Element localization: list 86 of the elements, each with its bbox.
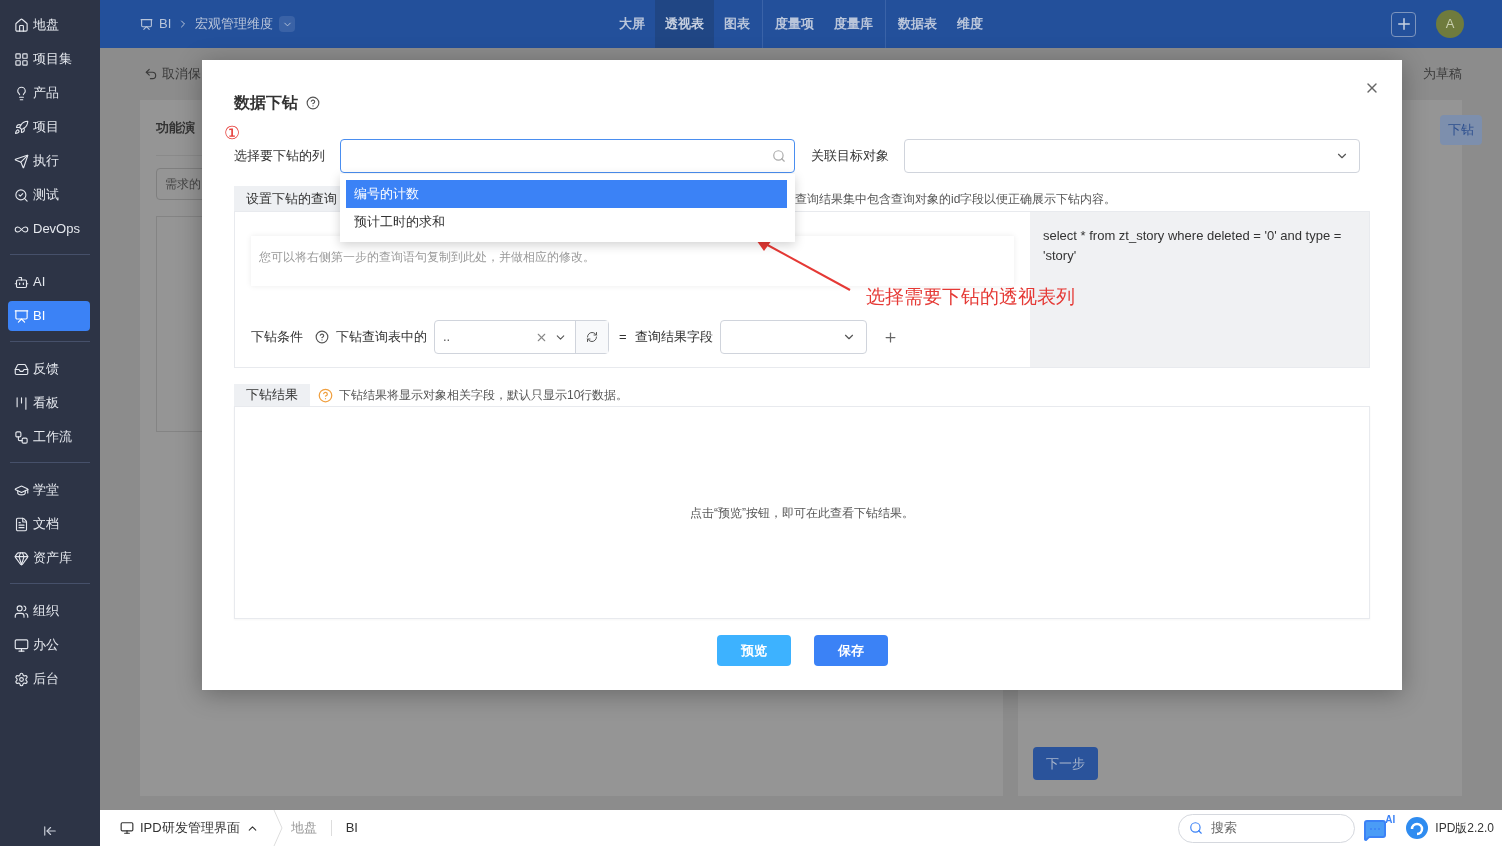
section-hint: 下钻结果将显示对象相关字段，默认只显示10行数据。	[339, 387, 629, 404]
inbox-icon	[14, 361, 29, 377]
nav-tab[interactable]: 数据表	[888, 0, 947, 48]
breadcrumb-item[interactable]: 宏观管理维度	[195, 14, 274, 34]
sidebar-item[interactable]: 组织	[8, 596, 90, 626]
sql-text: select * from zt_story where deleted = '0' and type = 'story'	[1043, 227, 1343, 265]
help-icon	[315, 330, 329, 344]
sidebar-item[interactable]: AI	[8, 267, 90, 297]
sidebar-item[interactable]: 后台	[8, 664, 90, 694]
breadcrumb-item[interactable]: BI	[345, 818, 358, 838]
help-icon	[306, 96, 320, 110]
add-condition-button[interactable]	[882, 329, 898, 345]
dropdown-button[interactable]	[279, 16, 296, 32]
plus-icon	[882, 329, 898, 345]
sidebar-item[interactable]: 反馈	[8, 354, 90, 384]
nav-tab[interactable]: 度量项	[765, 0, 824, 48]
field-label: 关联目标对象	[811, 147, 890, 166]
grid-icon	[14, 51, 29, 67]
sidebar-item[interactable]: 项目	[8, 112, 90, 142]
sidebar-item[interactable]: 执行	[8, 146, 90, 176]
field-label: 查询结果字段	[634, 328, 713, 347]
add-button[interactable]	[1391, 11, 1416, 37]
save-draft-link[interactable]: 为草稿	[1423, 64, 1462, 84]
breadcrumb-item[interactable]: BI	[159, 14, 172, 34]
kanban-icon	[14, 395, 29, 411]
field-label: 下钻查询表中的	[336, 328, 427, 347]
search-icon	[772, 149, 786, 163]
result-field-select[interactable]	[719, 320, 867, 354]
sidebar-item[interactable]: 学堂	[8, 475, 90, 505]
nav-tab[interactable]: 度量库	[824, 0, 883, 48]
logo-icon	[1405, 816, 1430, 840]
dropdown-option[interactable]: 预计工时的求和	[346, 208, 787, 236]
sidebar-item[interactable]: 测试	[8, 180, 90, 210]
version-label: IPD版2.2.0	[1435, 820, 1494, 837]
sidebar-item[interactable]: BI	[8, 301, 90, 331]
nav-tab[interactable]: 透视表	[655, 0, 714, 48]
sidebar-item[interactable]: 办公	[8, 630, 90, 660]
rocket-icon	[14, 119, 29, 135]
field-label: 选择要下钻的列	[234, 147, 326, 166]
nav-tab[interactable]: 图表	[714, 0, 760, 48]
sidebar-item[interactable]: 看板	[8, 388, 90, 418]
presentation-icon	[14, 308, 29, 324]
sidebar-item[interactable]: 工作流	[8, 422, 90, 452]
sidebar-item[interactable]: 地盘	[8, 10, 90, 40]
annotation-text: 选择需要下钻的透视表列	[866, 285, 1075, 309]
empty-message: 点击“预览”按钮，即可在此查看下钻结果。	[690, 504, 914, 522]
column-select[interactable]	[340, 139, 795, 173]
monitor-icon	[120, 821, 134, 835]
next-button[interactable]: 下一步	[1033, 747, 1098, 780]
sidebar-item[interactable]: 文档	[8, 509, 90, 539]
step-marker: ①	[224, 124, 240, 142]
back-icon	[144, 67, 158, 81]
save-button[interactable]: 保存	[813, 635, 888, 666]
condition-label: 下钻条件	[251, 328, 303, 347]
section-hint: 查询结果集中包含查询对象的id字段以便正确展示下钻内容。	[795, 190, 1117, 208]
collapse-icon	[43, 824, 57, 838]
equals-sign: =	[619, 328, 627, 347]
settings-icon	[14, 671, 29, 687]
search-icon	[14, 187, 29, 203]
lightbulb-icon	[14, 85, 29, 101]
separator-icon	[272, 810, 283, 846]
monitor-icon	[14, 637, 29, 653]
document-icon	[14, 516, 29, 532]
robot-icon	[14, 274, 29, 290]
sidebar-item[interactable]: 资产库	[8, 543, 90, 573]
sidebar-item[interactable]: 产品	[8, 78, 90, 108]
workflow-icon	[14, 429, 29, 445]
collapse-button[interactable]	[43, 824, 57, 838]
users-icon	[14, 603, 29, 619]
nav-tab[interactable]: 维度	[947, 0, 993, 48]
app-menu-button[interactable]: IPD研发管理界面	[120, 818, 259, 838]
send-icon	[14, 153, 29, 169]
gem-icon	[14, 550, 29, 566]
back-link[interactable]: 取消保	[162, 64, 201, 84]
dropdown-option[interactable]: 编号的计数	[346, 180, 787, 208]
dialog-title: 数据下钻	[234, 93, 298, 113]
ai-chat-button[interactable]: AI	[1363, 814, 1396, 842]
house-icon	[14, 17, 29, 33]
section-title: 功能演	[156, 118, 195, 137]
sidebar-item[interactable]: DevOps	[8, 214, 90, 244]
nav-tab[interactable]: 大屏	[609, 0, 655, 48]
graduation-cap-icon	[14, 482, 29, 498]
help-icon	[318, 387, 333, 403]
sidebar-item[interactable]: 项目集	[8, 44, 90, 74]
search-icon	[1189, 821, 1204, 835]
presentation-icon	[140, 17, 153, 31]
